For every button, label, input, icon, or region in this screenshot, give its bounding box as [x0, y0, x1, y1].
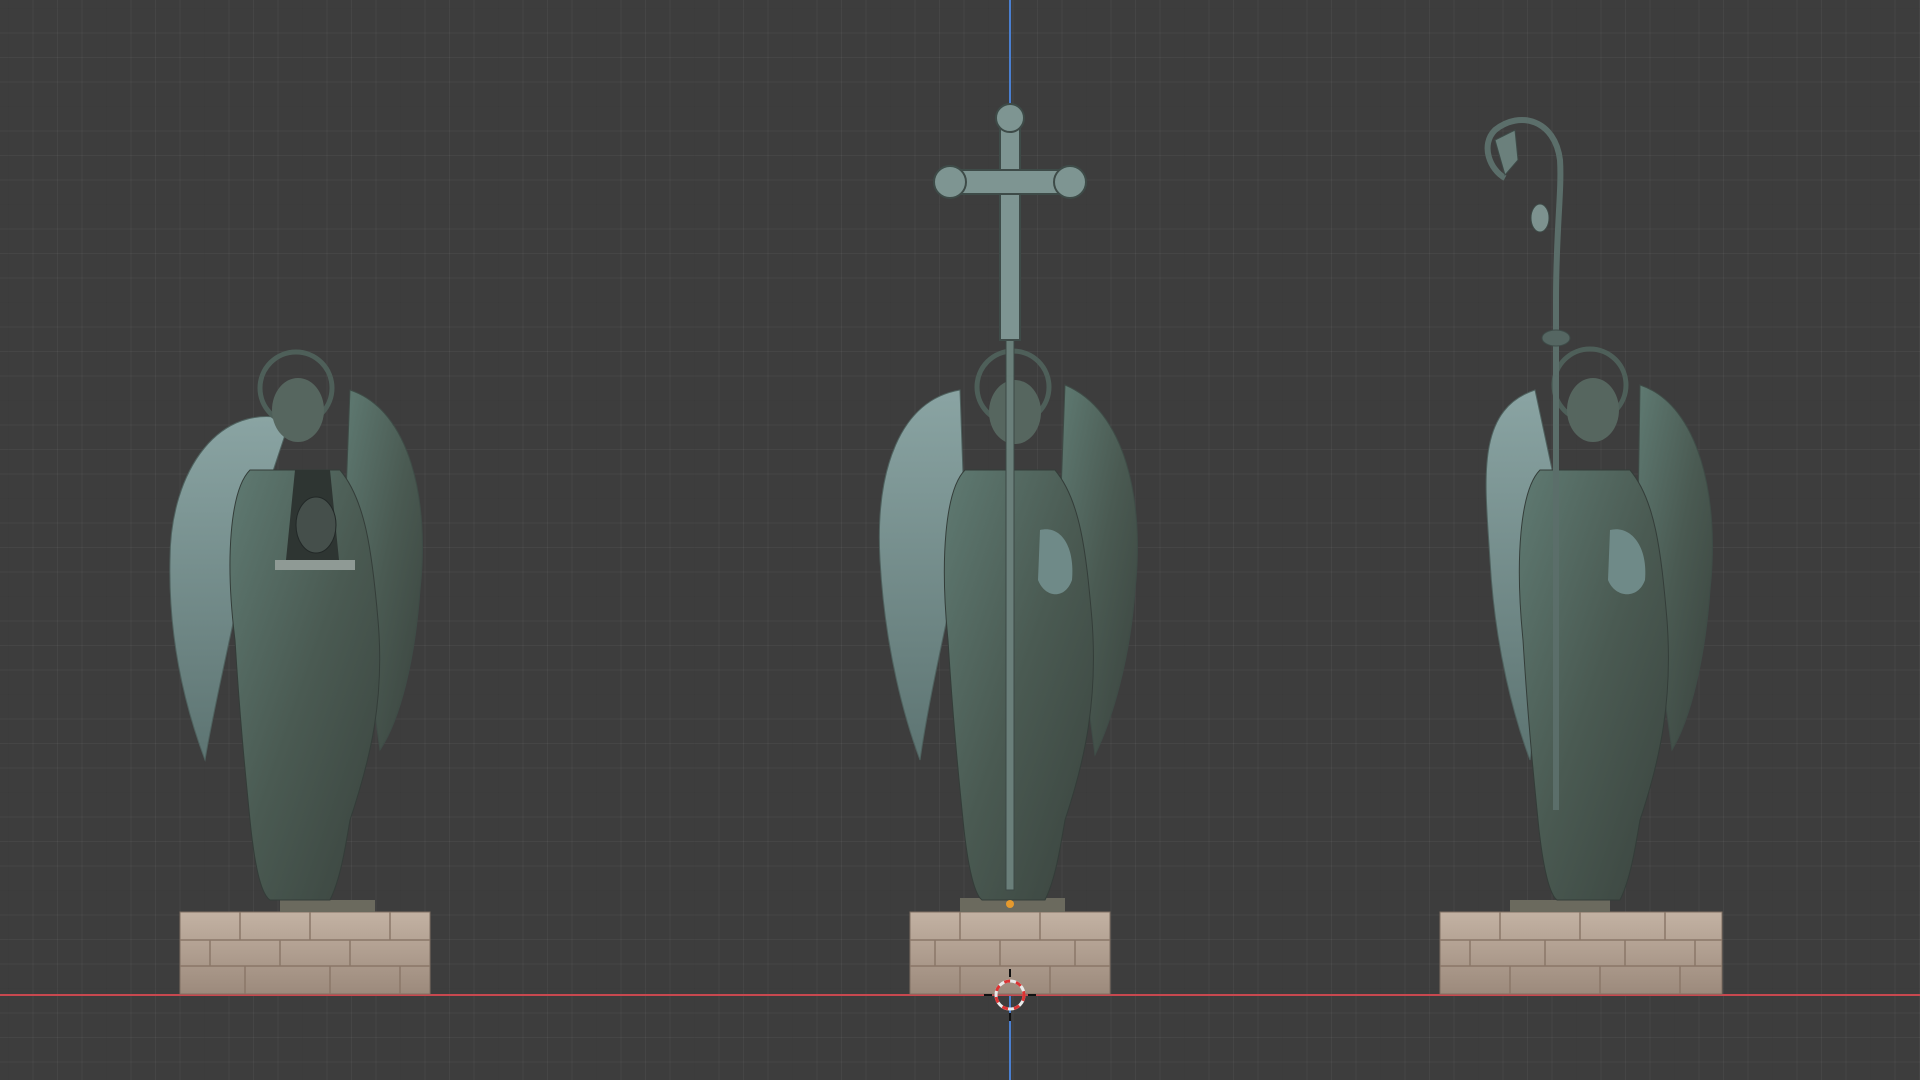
scene-canvas[interactable]	[0, 0, 1920, 1080]
cross-top	[933, 103, 1087, 341]
angel-statue-right[interactable]	[1439, 117, 1723, 995]
angel-statue-center[interactable]	[878, 103, 1138, 995]
angel-statue-left[interactable]	[169, 349, 431, 995]
pedestal-left	[179, 911, 431, 995]
3d-viewport[interactable]	[0, 0, 1920, 1080]
